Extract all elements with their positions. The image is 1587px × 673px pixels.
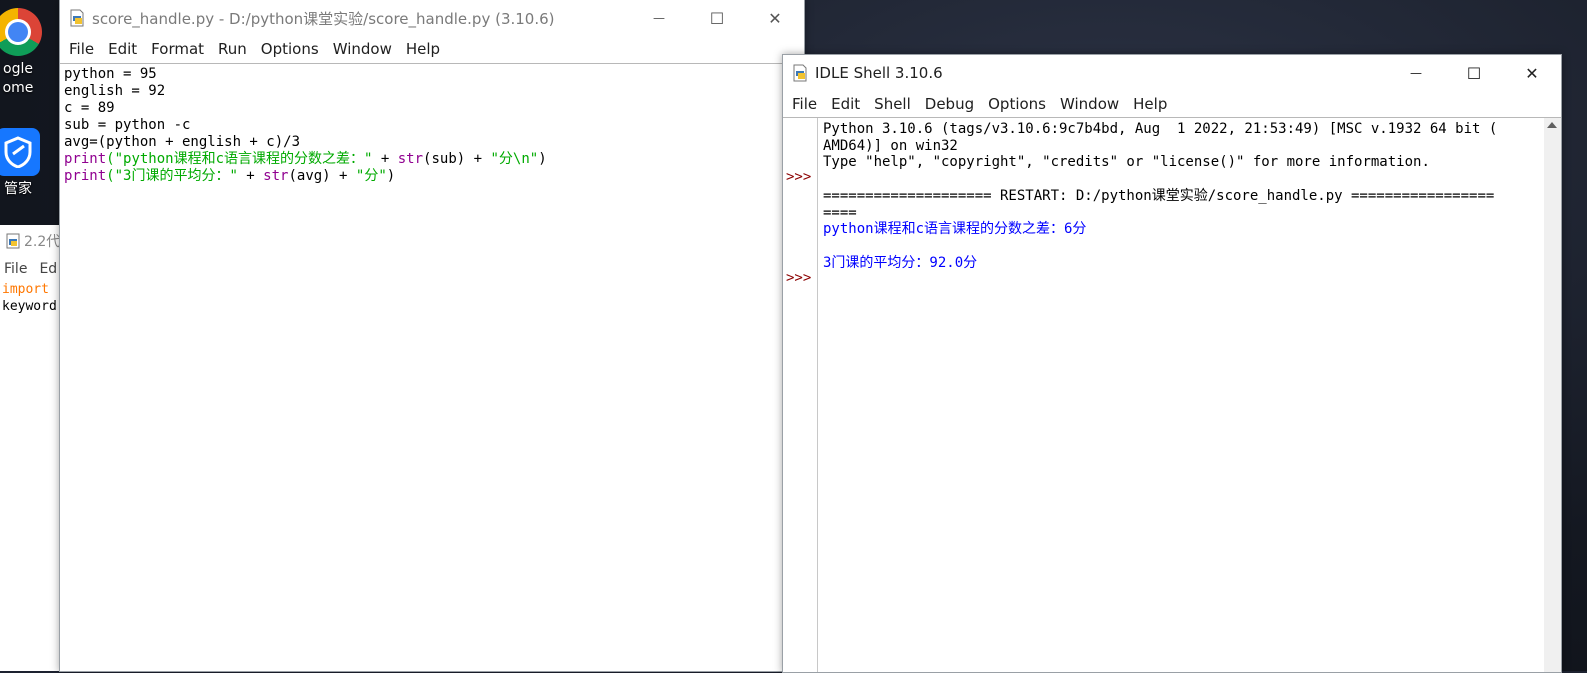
code-line: c = 89 bbox=[64, 100, 115, 116]
shell-menubar: File Edit Shell Debug Options Window Hel… bbox=[783, 91, 1561, 117]
desktop-icon-chrome[interactable]: ogle ome bbox=[0, 8, 58, 98]
menu-window[interactable]: Window bbox=[326, 40, 399, 58]
desktop-icon-label: ogle ome bbox=[2, 61, 34, 96]
shield-icon bbox=[0, 128, 40, 176]
bg-menu-file[interactable]: File bbox=[4, 261, 27, 277]
maximize-icon: ☐ bbox=[1466, 63, 1482, 83]
editor-menubar: File Edit Format Run Options Window Help bbox=[60, 36, 804, 62]
shell-title: IDLE Shell 3.10.6 bbox=[815, 64, 943, 82]
vertical-scrollbar[interactable] bbox=[1544, 118, 1561, 672]
code-line: print("3门课的平均分：" + str(avg) + "分") bbox=[64, 168, 396, 184]
menu-help[interactable]: Help bbox=[1126, 95, 1174, 113]
menu-edit[interactable]: Edit bbox=[101, 40, 144, 58]
minimize-button[interactable]: — bbox=[630, 0, 688, 36]
shell-window[interactable]: IDLE Shell 3.10.6 — ☐ ✕ File Edit Shell … bbox=[782, 54, 1562, 673]
shell-output[interactable]: >>> >>> Python 3.10.6 (tags/v3.10.6:9c7b… bbox=[783, 117, 1561, 672]
desktop-icon-label: 管家 bbox=[4, 181, 32, 197]
program-output: python课程和c语言课程的分数之差：6分 bbox=[823, 221, 1087, 238]
editor-window[interactable]: score_handle.py - D:/python课堂实验/score_ha… bbox=[59, 0, 805, 672]
menu-options[interactable]: Options bbox=[254, 40, 326, 58]
menu-edit[interactable]: Edit bbox=[824, 95, 867, 113]
python-shell-icon bbox=[793, 64, 807, 82]
restart-line: ==== bbox=[823, 204, 857, 221]
shell-text[interactable]: Python 3.10.6 (tags/v3.10.6:9c7b4bd, Aug… bbox=[823, 121, 1543, 271]
prompt-gutter: >>> >>> bbox=[783, 118, 818, 672]
shell-titlebar[interactable]: IDLE Shell 3.10.6 — ☐ ✕ bbox=[783, 55, 1561, 91]
shell-prompt: >>> bbox=[786, 169, 812, 185]
minimize-button[interactable]: — bbox=[1387, 55, 1445, 91]
bg-menu-edit[interactable]: Ed bbox=[39, 261, 57, 277]
menu-file[interactable]: File bbox=[62, 40, 101, 58]
code-editor[interactable]: python = 95 english = 92 c = 89 sub = pytho… bbox=[60, 63, 804, 671]
python-file-icon bbox=[70, 9, 84, 27]
menu-shell[interactable]: Shell bbox=[867, 95, 918, 113]
bg-window-titlebar: 2.2代 bbox=[0, 225, 62, 257]
maximize-icon: ☐ bbox=[709, 8, 725, 28]
bg-window-menubar: File Ed bbox=[0, 257, 62, 281]
bg-window-code[interactable]: import keyword bbox=[0, 281, 62, 315]
menu-file[interactable]: File bbox=[785, 95, 824, 113]
close-button[interactable]: ✕ bbox=[1503, 55, 1561, 91]
code-line: print("python课程和c语言课程的分数之差：" + str(sub) … bbox=[64, 151, 547, 167]
chrome-icon bbox=[0, 8, 42, 56]
close-icon: ✕ bbox=[1525, 63, 1539, 83]
minimize-icon: — bbox=[653, 11, 665, 25]
menu-debug[interactable]: Debug bbox=[918, 95, 981, 113]
editor-title: score_handle.py - D:/python课堂实验/score_ha… bbox=[92, 9, 555, 28]
code-line: english = 92 bbox=[64, 83, 166, 99]
banner-line: Type "help", "copyright", "credits" or "… bbox=[823, 154, 1430, 171]
desktop-icon-security[interactable]: 管家 bbox=[0, 128, 58, 199]
editor-titlebar[interactable]: score_handle.py - D:/python课堂实验/score_ha… bbox=[60, 0, 804, 36]
menu-window[interactable]: Window bbox=[1053, 95, 1126, 113]
program-output: 3门课的平均分：92.0分 bbox=[823, 254, 978, 271]
code-line: avg=(python + english + c)/3 bbox=[64, 134, 301, 150]
menu-help[interactable]: Help bbox=[399, 40, 447, 58]
code-line: python = 95 bbox=[64, 66, 157, 82]
minimize-icon: — bbox=[1410, 66, 1422, 80]
python-file-icon bbox=[6, 233, 20, 249]
close-icon: ✕ bbox=[768, 8, 782, 28]
menu-options[interactable]: Options bbox=[981, 95, 1053, 113]
code-line: sub = python -c bbox=[64, 117, 191, 133]
scroll-up-icon[interactable] bbox=[1547, 122, 1557, 128]
restart-line: ==================== RESTART: D:/python课… bbox=[823, 187, 1495, 204]
maximize-button[interactable]: ☐ bbox=[688, 0, 746, 36]
background-idle-window[interactable]: 2.2代 File Ed import keyword bbox=[0, 225, 62, 671]
menu-run[interactable]: Run bbox=[211, 40, 254, 58]
maximize-button[interactable]: ☐ bbox=[1445, 55, 1503, 91]
close-button[interactable]: ✕ bbox=[746, 0, 804, 36]
shell-prompt: >>> bbox=[786, 270, 812, 286]
menu-format[interactable]: Format bbox=[144, 40, 211, 58]
banner-line: Python 3.10.6 (tags/v3.10.6:9c7b4bd, Aug… bbox=[823, 121, 1498, 137]
banner-line: AMD64)] on win32 bbox=[823, 137, 958, 154]
